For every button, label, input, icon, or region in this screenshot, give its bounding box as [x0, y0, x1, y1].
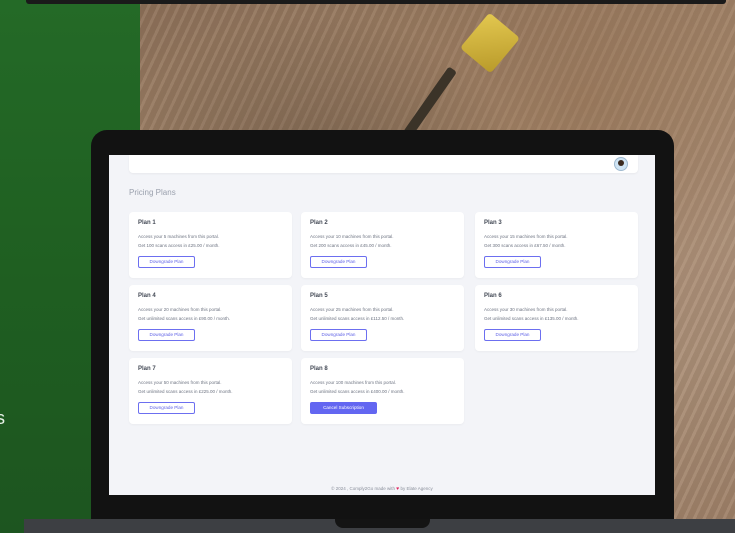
plan-description: Access your 20 machines from this portal…: [138, 306, 288, 323]
footer: © 2024 , Comply2Go made with ♥ by Elate …: [109, 486, 655, 492]
plan-machines-text: Access your 10 machines from this portal…: [310, 234, 394, 239]
plan-name: Plan 5: [310, 293, 328, 299]
plan-name: Plan 4: [138, 293, 156, 299]
plan-description: Access your 50 machines from this portal…: [138, 379, 288, 396]
excavator-arm: [402, 66, 458, 138]
plan-scans-text: Get unlimited scans access in £90.00 / m…: [138, 315, 231, 321]
plan-scans-text: Get unlimited scans access in £400.00 / …: [310, 388, 405, 394]
cancel-subscription-button[interactable]: Cancel Subscription: [310, 402, 377, 414]
plan-card: Plan 4 Access your 20 machines from this…: [129, 285, 292, 351]
plan-description: Access your 10 machines from this portal…: [310, 233, 460, 250]
plan-card: Plan 8 Access your 100 machines from thi…: [301, 358, 464, 424]
plan-description: Access your 15 machines from this portal…: [484, 233, 634, 250]
plan-card: Plan 3 Access your 15 machines from this…: [475, 212, 638, 278]
plan-card: Plan 7 Access your 50 machines from this…: [129, 358, 292, 424]
user-avatar-icon[interactable]: [614, 157, 628, 171]
plan-name: Plan 7: [138, 366, 156, 372]
plan-machines-text: Access your 25 machines from this portal…: [310, 307, 394, 312]
plan-scans-text: Get unlimited scans access in £135.00 / …: [484, 315, 579, 321]
laptop-notch: [335, 519, 430, 528]
downgrade-plan-button[interactable]: Downgrade Plan: [310, 256, 367, 268]
downgrade-plan-button[interactable]: Downgrade Plan: [484, 256, 541, 268]
plan-scans-text: Get unlimited scans access in £225.00 / …: [138, 388, 233, 394]
plan-description: Access your 5 machines from this portal.…: [138, 233, 288, 250]
plan-description: Access your 30 machines from this portal…: [484, 306, 634, 323]
plan-machines-text: Access your 5 machines from this portal.: [138, 234, 220, 239]
plan-card: Plan 5 Access your 25 machines from this…: [301, 285, 464, 351]
downgrade-plan-button[interactable]: Downgrade Plan: [310, 329, 367, 341]
plan-machines-text: Access your 20 machines from this portal…: [138, 307, 222, 312]
edge-letter: s: [0, 408, 5, 428]
plan-name: Plan 1: [138, 220, 156, 226]
page-title: Pricing Plans: [129, 188, 176, 197]
footer-prefix: © 2024 , Comply2Go made with: [331, 486, 396, 491]
plan-name: Plan 8: [310, 366, 328, 372]
plan-machines-text: Access your 15 machines from this portal…: [484, 234, 568, 239]
header-bar: [129, 155, 638, 173]
excavator: [459, 12, 521, 74]
downgrade-plan-button[interactable]: Downgrade Plan: [138, 256, 195, 268]
plan-machines-text: Access your 30 machines from this portal…: [484, 307, 568, 312]
plan-description: Access your 25 machines from this portal…: [310, 306, 460, 323]
plan-description: Access your 100 machines from this porta…: [310, 379, 460, 396]
plan-scans-text: Get 300 scans access in £67.50 / month.: [484, 242, 566, 248]
plan-name: Plan 6: [484, 293, 502, 299]
downgrade-plan-button[interactable]: Downgrade Plan: [138, 402, 195, 414]
plan-name: Plan 3: [484, 220, 502, 226]
plan-machines-text: Access your 100 machines from this porta…: [310, 380, 397, 385]
downgrade-plan-button[interactable]: Downgrade Plan: [484, 329, 541, 341]
plan-scans-text: Get 200 scans access in £45.00 / month.: [310, 242, 392, 248]
plan-scans-text: Get 100 scans access in £25.00 / month.: [138, 242, 220, 248]
plan-name: Plan 2: [310, 220, 328, 226]
app-screen: Pricing Plans Plan 1 Access your 5 machi…: [109, 155, 655, 495]
plan-machines-text: Access your 50 machines from this portal…: [138, 380, 222, 385]
plan-card: Plan 6 Access your 30 machines from this…: [475, 285, 638, 351]
footer-suffix: by Elate Agency: [400, 486, 433, 491]
top-bar: [26, 0, 726, 4]
plan-card: Plan 1 Access your 5 machines from this …: [129, 212, 292, 278]
plan-scans-text: Get unlimited scans access in £112.50 / …: [310, 315, 405, 321]
heart-icon: ♥: [396, 486, 400, 492]
plan-card: Plan 2 Access your 10 machines from this…: [301, 212, 464, 278]
downgrade-plan-button[interactable]: Downgrade Plan: [138, 329, 195, 341]
